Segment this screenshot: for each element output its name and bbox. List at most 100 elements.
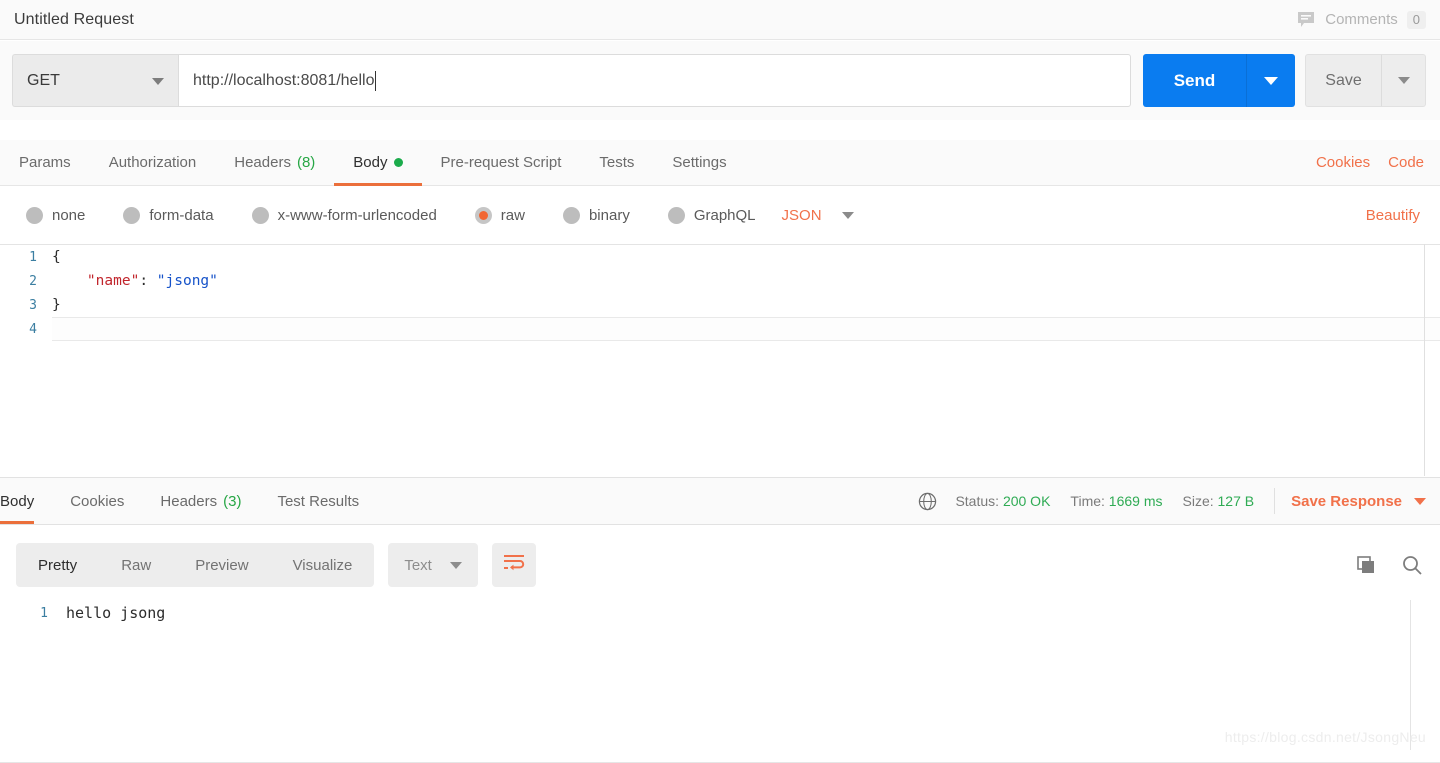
response-toolbar: Pretty Raw Preview Visualize Text bbox=[0, 525, 1440, 605]
tab-authorization[interactable]: Authorization bbox=[90, 140, 216, 185]
beautify-button[interactable]: Beautify bbox=[1366, 207, 1420, 224]
time-value: 1669 ms bbox=[1108, 493, 1163, 509]
radio-label: GraphQL bbox=[693, 207, 756, 224]
tab-label: Tests bbox=[599, 154, 635, 171]
view-preview[interactable]: Preview bbox=[173, 543, 270, 587]
url-input[interactable]: http://localhost:8081/hello bbox=[178, 54, 1131, 107]
cookies-link[interactable]: Cookies bbox=[1316, 154, 1370, 171]
response-toolbar-actions bbox=[1354, 553, 1424, 577]
response-tabs-bar: Body Cookies Headers (3) Test Results St… bbox=[0, 477, 1440, 525]
save-button[interactable]: Save bbox=[1305, 54, 1381, 107]
tab-label: Settings bbox=[672, 154, 727, 171]
send-button[interactable]: Send bbox=[1143, 54, 1247, 107]
response-tab-cookies[interactable]: Cookies bbox=[52, 478, 142, 524]
chevron-down-icon bbox=[152, 77, 164, 85]
raw-format-value: JSON bbox=[781, 207, 822, 224]
tab-label: Headers bbox=[160, 492, 218, 510]
title-bar: Untitled Request Comments 0 bbox=[0, 0, 1440, 40]
comments-button[interactable]: Comments 0 bbox=[1296, 10, 1426, 29]
save-button-group: Save bbox=[1305, 54, 1426, 107]
tab-body[interactable]: Body bbox=[334, 140, 422, 186]
code-line-active: 4 bbox=[0, 317, 1440, 341]
word-wrap-icon bbox=[503, 554, 525, 577]
code-line: 1 { bbox=[0, 245, 1440, 269]
tab-pre-request-script[interactable]: Pre-request Script bbox=[422, 140, 581, 185]
response-format-select[interactable]: Text bbox=[388, 543, 478, 587]
code-link[interactable]: Code bbox=[1388, 154, 1424, 171]
editor-right-divider bbox=[1424, 244, 1425, 476]
word-wrap-button[interactable] bbox=[491, 543, 536, 587]
body-type-raw[interactable]: raw bbox=[474, 207, 525, 224]
radio-icon bbox=[251, 207, 269, 224]
line-text bbox=[52, 317, 1440, 341]
save-response-button[interactable]: Save Response bbox=[1291, 493, 1402, 510]
url-bar: GET http://localhost:8081/hello Send Sav… bbox=[0, 41, 1440, 120]
body-type-row: none form-data x-www-form-urlencoded raw… bbox=[0, 187, 1440, 244]
response-tab-body[interactable]: Body bbox=[0, 478, 52, 524]
response-right-divider bbox=[1410, 600, 1411, 750]
body-type-form-data[interactable]: form-data bbox=[123, 207, 214, 224]
http-method-select[interactable]: GET bbox=[12, 54, 178, 107]
save-options-button[interactable] bbox=[1381, 54, 1426, 107]
radio-label: form-data bbox=[149, 207, 214, 224]
chevron-down-icon[interactable] bbox=[1414, 497, 1426, 505]
time-label: Time: bbox=[1070, 493, 1105, 509]
body-present-dot-icon bbox=[393, 158, 403, 167]
request-body-editor[interactable]: 1 { 2 "name": "jsong" 3 } 4 bbox=[0, 244, 1440, 476]
line-text: { bbox=[52, 249, 61, 265]
body-type-none[interactable]: none bbox=[26, 207, 85, 224]
status-label: Status: bbox=[955, 493, 1000, 509]
radio-label: raw bbox=[500, 207, 525, 224]
comment-icon bbox=[1296, 11, 1316, 29]
meta-divider bbox=[1274, 488, 1276, 514]
size-meta: Size: 127 B bbox=[1183, 493, 1255, 509]
chevron-down-icon bbox=[449, 561, 462, 569]
tab-tests[interactable]: Tests bbox=[580, 140, 653, 185]
tab-label: Test Results bbox=[277, 492, 360, 510]
code-line: 3 } bbox=[0, 293, 1440, 317]
json-key: "name" bbox=[86, 273, 140, 289]
view-raw[interactable]: Raw bbox=[99, 543, 173, 587]
line-text: } bbox=[52, 297, 61, 313]
tab-badge: (8) bbox=[296, 154, 316, 171]
request-tabs-actions: Cookies Code bbox=[1316, 140, 1440, 185]
copy-icon[interactable] bbox=[1354, 553, 1378, 577]
line-text: hello jsong bbox=[66, 604, 166, 622]
size-value: 127 B bbox=[1217, 493, 1255, 509]
line-number: 3 bbox=[29, 297, 37, 313]
text-cursor bbox=[375, 70, 377, 91]
response-view-switcher: Pretty Raw Preview Visualize bbox=[16, 543, 375, 587]
status-value: 200 OK bbox=[1002, 493, 1051, 509]
send-options-button[interactable] bbox=[1247, 54, 1295, 107]
tab-params[interactable]: Params bbox=[0, 140, 90, 185]
tab-settings[interactable]: Settings bbox=[653, 140, 745, 185]
page-title: Untitled Request bbox=[14, 10, 134, 28]
status-meta: Status: 200 OK bbox=[955, 493, 1050, 509]
comments-label: Comments bbox=[1325, 11, 1398, 28]
radio-label: binary bbox=[588, 207, 630, 224]
chevron-down-icon bbox=[841, 212, 854, 219]
json-value: "jsong" bbox=[156, 273, 218, 289]
tab-label: Cookies bbox=[70, 492, 125, 510]
tab-headers[interactable]: Headers (8) bbox=[215, 140, 334, 185]
comments-count-badge: 0 bbox=[1406, 10, 1426, 29]
body-type-x-www-form-urlencoded[interactable]: x-www-form-urlencoded bbox=[251, 207, 437, 224]
response-body-viewer[interactable]: 1 hello jsong bbox=[0, 600, 1440, 763]
body-type-binary[interactable]: binary bbox=[562, 207, 630, 224]
size-label: Size: bbox=[1182, 493, 1214, 509]
raw-format-select[interactable]: JSON bbox=[782, 207, 854, 224]
body-type-graphql[interactable]: GraphQL bbox=[667, 207, 756, 224]
time-meta: Time: 1669 ms bbox=[1070, 493, 1162, 509]
code-line: 2 "name": "jsong" bbox=[0, 269, 1440, 293]
response-tab-test-results[interactable]: Test Results bbox=[259, 478, 377, 524]
response-tab-headers[interactable]: Headers (3) bbox=[142, 478, 259, 524]
code-area: 1 { 2 "name": "jsong" 3 } 4 bbox=[0, 245, 1440, 476]
chevron-down-icon bbox=[1264, 76, 1278, 85]
search-icon[interactable] bbox=[1400, 553, 1424, 577]
response-meta: Status: 200 OK Time: 1669 ms Size: 127 B… bbox=[918, 488, 1440, 514]
response-line: 1 hello jsong bbox=[0, 600, 1440, 626]
send-button-group: Send bbox=[1143, 54, 1295, 107]
view-pretty[interactable]: Pretty bbox=[16, 543, 99, 587]
view-visualize[interactable]: Visualize bbox=[271, 543, 375, 587]
chevron-down-icon bbox=[1397, 77, 1410, 84]
